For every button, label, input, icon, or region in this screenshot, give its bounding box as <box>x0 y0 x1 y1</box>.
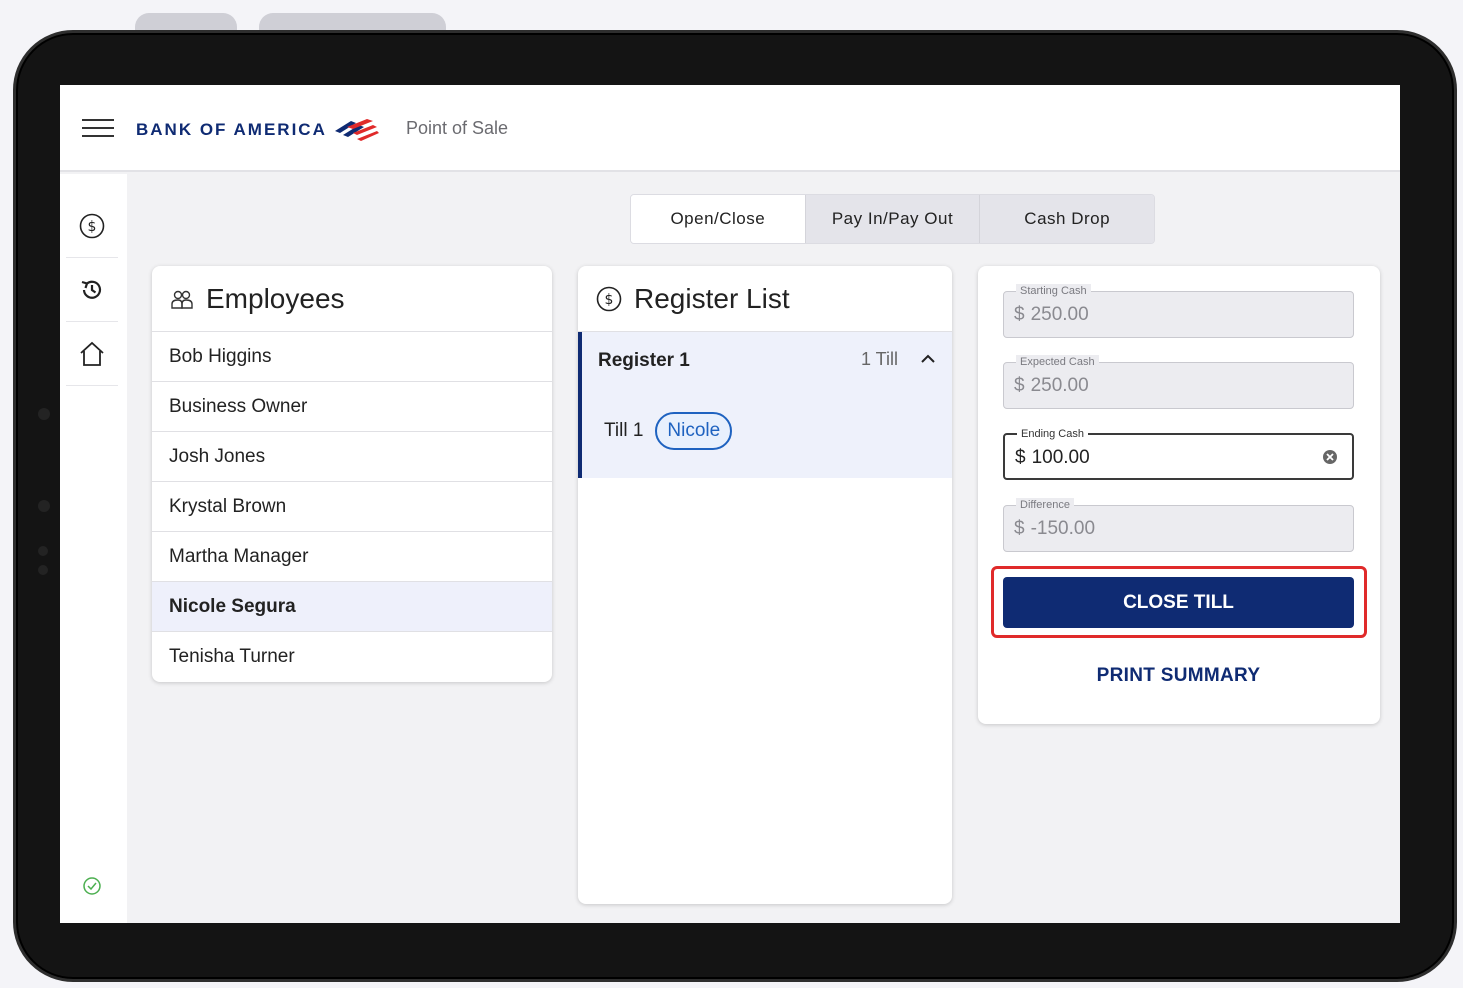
currency-symbol: $ <box>1015 447 1026 468</box>
difference-label: Difference <box>1016 498 1074 512</box>
till-close-form: Starting Cash $ 250.00 Expected Cash $ 2… <box>978 266 1380 724</box>
svg-text:$: $ <box>88 219 97 235</box>
tablet-sensor-dot-2 <box>38 546 48 556</box>
expected-cash-label: Expected Cash <box>1016 355 1099 369</box>
print-summary-button[interactable]: PRINT SUMMARY <box>1003 665 1354 687</box>
currency-symbol: $ <box>1014 304 1025 325</box>
employee-row[interactable]: Martha Manager <box>152 532 552 582</box>
brand-name: BANK OF AMERICA <box>136 120 327 139</box>
currency-symbol: $ <box>1014 375 1025 396</box>
till-label: Till 1 <box>604 420 644 441</box>
starting-cash-field: Starting Cash $ 250.00 <box>1003 284 1354 338</box>
employee-row-selected[interactable]: Nicole Segura <box>152 582 552 632</box>
hamburger-menu-icon[interactable] <box>82 119 114 139</box>
svg-text:$: $ <box>605 292 614 308</box>
bank-logo: BANK OF AMERICA <box>136 113 379 147</box>
mode-tabs: Open/Close Pay In/Pay Out Cash Drop <box>630 194 1155 244</box>
check-circle-icon <box>83 877 101 895</box>
employees-title: Employees <box>206 282 345 314</box>
register-till-count: 1 Till <box>860 349 898 369</box>
employees-header: Employees <box>152 266 552 332</box>
tablet-camera-dot <box>38 408 50 420</box>
register-list-panel: $ Register List Register 1 1 Till Till 1… <box>578 266 952 904</box>
expected-cash-field: Expected Cash $ 250.00 <box>1003 355 1354 409</box>
employee-row[interactable]: Business Owner <box>152 382 552 432</box>
rail-item-home[interactable] <box>66 322 118 386</box>
register-group: Register 1 1 Till Till 1 Nicole <box>578 332 952 478</box>
side-rail: $ <box>60 174 127 923</box>
history-icon <box>81 280 102 299</box>
people-icon <box>171 290 193 309</box>
dollar-circle-icon: $ <box>79 213 105 238</box>
employees-panel: Employees Bob Higgins Business Owner Jos… <box>152 266 552 682</box>
currency-symbol: $ <box>1014 518 1025 539</box>
home-icon <box>80 341 104 366</box>
register-list-title: Register List <box>634 282 790 314</box>
tablet-sensor-dot <box>38 500 50 512</box>
app-title: Point of Sale <box>406 118 509 138</box>
employee-row[interactable]: Tenisha Turner <box>152 632 552 682</box>
difference-field: Difference $ -150.00 <box>1003 498 1354 552</box>
rail-item-cash[interactable]: $ <box>66 194 118 258</box>
dollar-circle-icon: $ <box>596 286 622 311</box>
tablet-sensor-dot-3 <box>38 565 48 575</box>
employee-row[interactable]: Krystal Brown <box>152 482 552 532</box>
close-till-button[interactable]: CLOSE TILL <box>1003 577 1354 628</box>
expected-cash-value: 250.00 <box>1030 375 1089 396</box>
ending-cash-value: 100.00 <box>1031 447 1090 468</box>
employee-row[interactable]: Josh Jones <box>152 432 552 482</box>
register-name: Register 1 <box>598 350 690 371</box>
ending-cash-field[interactable]: Ending Cash $ 100.00 <box>1003 427 1354 480</box>
app-screen: BANK OF AMERICA Point of Sale $ Open/Clo… <box>60 85 1400 923</box>
rail-item-history[interactable] <box>66 258 118 322</box>
difference-value: -150.00 <box>1030 518 1096 539</box>
till-assignee-chip[interactable]: Nicole <box>655 412 733 450</box>
sync-status <box>82 876 102 901</box>
tab-cash-drop[interactable]: Cash Drop <box>979 195 1154 243</box>
register-list-header: $ Register List <box>578 266 952 332</box>
till-row: Till 1 Nicole <box>604 412 733 450</box>
clear-input-icon[interactable] <box>1322 449 1338 465</box>
tab-pay-in-pay-out[interactable]: Pay In/Pay Out <box>804 195 980 243</box>
app-header: BANK OF AMERICA Point of Sale <box>60 85 1400 172</box>
flag-logo-icon <box>334 119 379 141</box>
employee-row[interactable]: Bob Higgins <box>152 332 552 382</box>
chevron-up-icon[interactable] <box>920 351 936 367</box>
starting-cash-value: 250.00 <box>1030 304 1089 325</box>
starting-cash-label: Starting Cash <box>1016 284 1091 298</box>
tab-open-close[interactable]: Open/Close <box>631 195 805 243</box>
ending-cash-label: Ending Cash <box>1017 427 1088 441</box>
